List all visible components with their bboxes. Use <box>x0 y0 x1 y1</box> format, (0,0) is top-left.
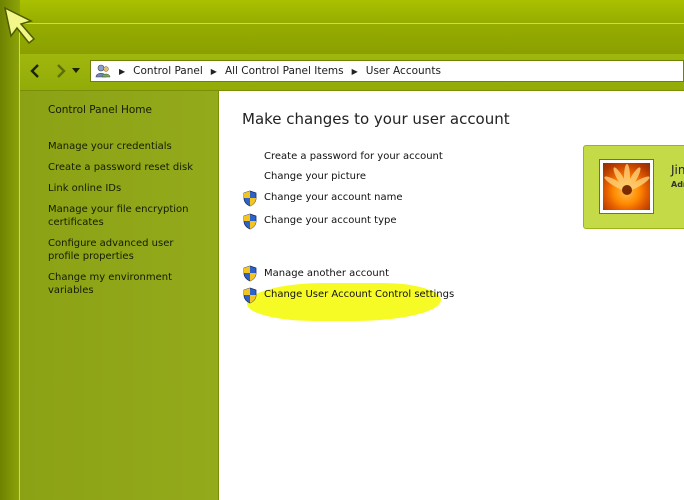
user-accounts-icon <box>95 64 111 78</box>
avatar[interactable] <box>599 159 654 214</box>
user-account-tile: Jin Adm <box>583 145 684 229</box>
window-frame-top <box>0 0 684 54</box>
task-change-account-type[interactable]: Change your account type <box>264 215 397 226</box>
breadcrumb-separator[interactable]: ▶ <box>352 67 358 76</box>
task-manage-another-account[interactable]: Manage another account <box>264 268 389 279</box>
uac-shield-icon <box>243 265 257 282</box>
main-content: Make changes to your user account Create… <box>219 91 684 500</box>
window-frame-left <box>0 0 20 500</box>
chevron-down-icon <box>72 68 80 73</box>
sidebar-item-advanced-profile[interactable]: Configure advanced user profile properti… <box>48 237 208 263</box>
uac-shield-icon <box>243 190 257 207</box>
sidebar: Control Panel Home Manage your credentia… <box>20 91 219 500</box>
user-name: Jin <box>671 163 684 177</box>
breadcrumb-all-items[interactable]: All Control Panel Items <box>225 65 344 77</box>
task-create-password[interactable]: Create a password for your account <box>264 151 443 162</box>
sidebar-item-manage-credentials[interactable]: Manage your credentials <box>48 140 213 153</box>
forward-button[interactable] <box>52 62 70 80</box>
breadcrumb-separator[interactable]: ▶ <box>211 67 217 76</box>
breadcrumb-separator: ▶ <box>119 66 126 76</box>
sidebar-item-link-online-ids[interactable]: Link online IDs <box>48 182 213 195</box>
navigation-bar: ▶ Control Panel ▶ All Control Panel Item… <box>20 54 684 91</box>
flower-picture-icon <box>603 163 650 210</box>
breadcrumb-user-accounts[interactable]: User Accounts <box>366 65 441 77</box>
sidebar-item-environment-variables[interactable]: Change my environment variables <box>48 271 218 297</box>
back-button[interactable] <box>26 62 44 80</box>
task-change-account-name[interactable]: Change your account name <box>264 192 403 203</box>
sidebar-item-file-encryption[interactable]: Manage your file encryption certificates <box>48 203 198 229</box>
sidebar-item-control-panel-home[interactable]: Control Panel Home <box>48 104 213 117</box>
user-role: Adm <box>671 180 684 189</box>
address-bar[interactable]: ▶ Control Panel ▶ All Control Panel Item… <box>90 60 684 82</box>
breadcrumb-control-panel[interactable]: Control Panel <box>133 65 203 77</box>
forward-arrow-icon <box>57 64 66 78</box>
page-title: Make changes to your user account <box>242 110 510 128</box>
uac-shield-icon <box>243 287 257 304</box>
uac-shield-icon <box>243 213 257 230</box>
sidebar-item-password-reset-disk[interactable]: Create a password reset disk <box>48 161 213 174</box>
frame-border-line <box>20 23 684 24</box>
task-change-picture[interactable]: Change your picture <box>264 171 366 182</box>
recent-pages-button[interactable] <box>70 62 82 80</box>
mouse-cursor-icon <box>3 6 36 45</box>
task-change-uac-settings[interactable]: Change User Account Control settings <box>264 289 454 300</box>
back-arrow-icon <box>30 64 39 78</box>
